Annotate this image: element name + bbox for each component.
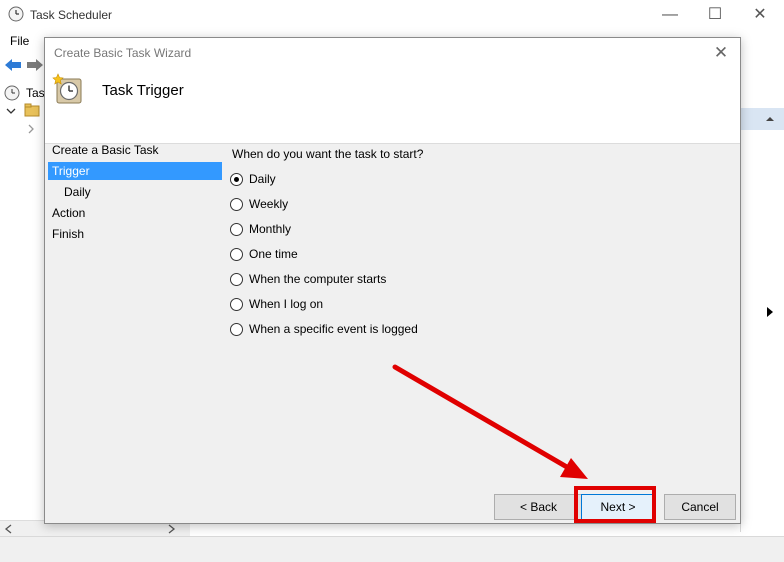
- wizard-close-button[interactable]: ✕: [708, 41, 734, 65]
- scroll-left-icon[interactable]: [4, 524, 12, 534]
- option-weekly[interactable]: Weekly: [230, 195, 288, 213]
- step-daily[interactable]: Daily: [48, 183, 91, 201]
- radio-button[interactable]: [230, 222, 243, 236]
- next-button-highlight: [574, 486, 656, 523]
- option-monthly[interactable]: Monthly: [230, 220, 291, 238]
- chevron-right-icon[interactable]: [26, 124, 36, 134]
- submenu-arrow-icon[interactable]: [766, 307, 774, 317]
- back-arrow-icon[interactable]: [4, 57, 22, 73]
- step-action[interactable]: Action: [48, 204, 85, 222]
- wizard-header: Task Trigger: [45, 68, 740, 144]
- step-create-basic-task[interactable]: Create a Basic Task: [48, 141, 159, 159]
- actions-pane-header: [741, 108, 784, 130]
- option-label: When the computer starts: [249, 272, 387, 286]
- option-label: When I log on: [249, 297, 324, 311]
- minimize-button[interactable]: —: [650, 4, 690, 26]
- radio-button[interactable]: [230, 272, 243, 286]
- scroll-right-icon[interactable]: [168, 524, 176, 534]
- option-one-time[interactable]: One time: [230, 245, 298, 263]
- back-button[interactable]: < Back: [494, 494, 583, 520]
- radio-button[interactable]: [230, 197, 243, 211]
- menu-file[interactable]: File: [10, 34, 29, 48]
- option-label: One time: [249, 247, 298, 261]
- background-window-title: Task Scheduler: [30, 8, 113, 22]
- actions-pane: [740, 80, 784, 532]
- clock-icon: [8, 6, 24, 22]
- folder-icon: [24, 103, 40, 117]
- wizard-titlebar: Create Basic Task Wizard ✕: [45, 38, 740, 68]
- option-computer-starts[interactable]: When the computer starts: [230, 270, 386, 288]
- status-bar: [0, 536, 784, 562]
- close-window-button[interactable]: ✕: [740, 4, 780, 26]
- option-label: Monthly: [249, 222, 292, 236]
- wizard-title: Create Basic Task Wizard: [54, 46, 192, 60]
- option-label: Weekly: [249, 197, 289, 211]
- create-basic-task-wizard: Create Basic Task Wizard ✕ Task Trigger …: [44, 37, 741, 524]
- trigger-question: When do you want the task to start?: [232, 147, 424, 161]
- radio-button[interactable]: [230, 172, 243, 186]
- task-scheduler-icon: [52, 73, 82, 104]
- clock-icon: [4, 85, 20, 101]
- chevron-down-icon[interactable]: [6, 106, 16, 116]
- option-daily[interactable]: Daily: [230, 170, 276, 188]
- maximize-button[interactable]: ☐: [695, 4, 735, 26]
- option-label: Daily: [249, 172, 276, 186]
- step-trigger[interactable]: Trigger: [48, 162, 222, 180]
- option-label: When a specific event is logged: [249, 322, 418, 336]
- radio-button[interactable]: [230, 247, 243, 261]
- step-finish[interactable]: Finish: [48, 225, 84, 243]
- radio-button[interactable]: [230, 297, 243, 311]
- navigation-tree: [0, 80, 45, 520]
- forward-arrow-icon[interactable]: [26, 57, 44, 73]
- option-event-logged[interactable]: When a specific event is logged: [230, 320, 418, 338]
- tree-root-label[interactable]: Tas: [26, 86, 45, 100]
- collapse-icon[interactable]: [765, 114, 775, 124]
- wizard-page-title: Task Trigger: [102, 82, 184, 99]
- cancel-button[interactable]: Cancel: [664, 494, 736, 520]
- radio-button[interactable]: [230, 322, 243, 336]
- option-log-on[interactable]: When I log on: [230, 295, 323, 313]
- background-titlebar: Task Scheduler — ☐ ✕: [0, 0, 784, 30]
